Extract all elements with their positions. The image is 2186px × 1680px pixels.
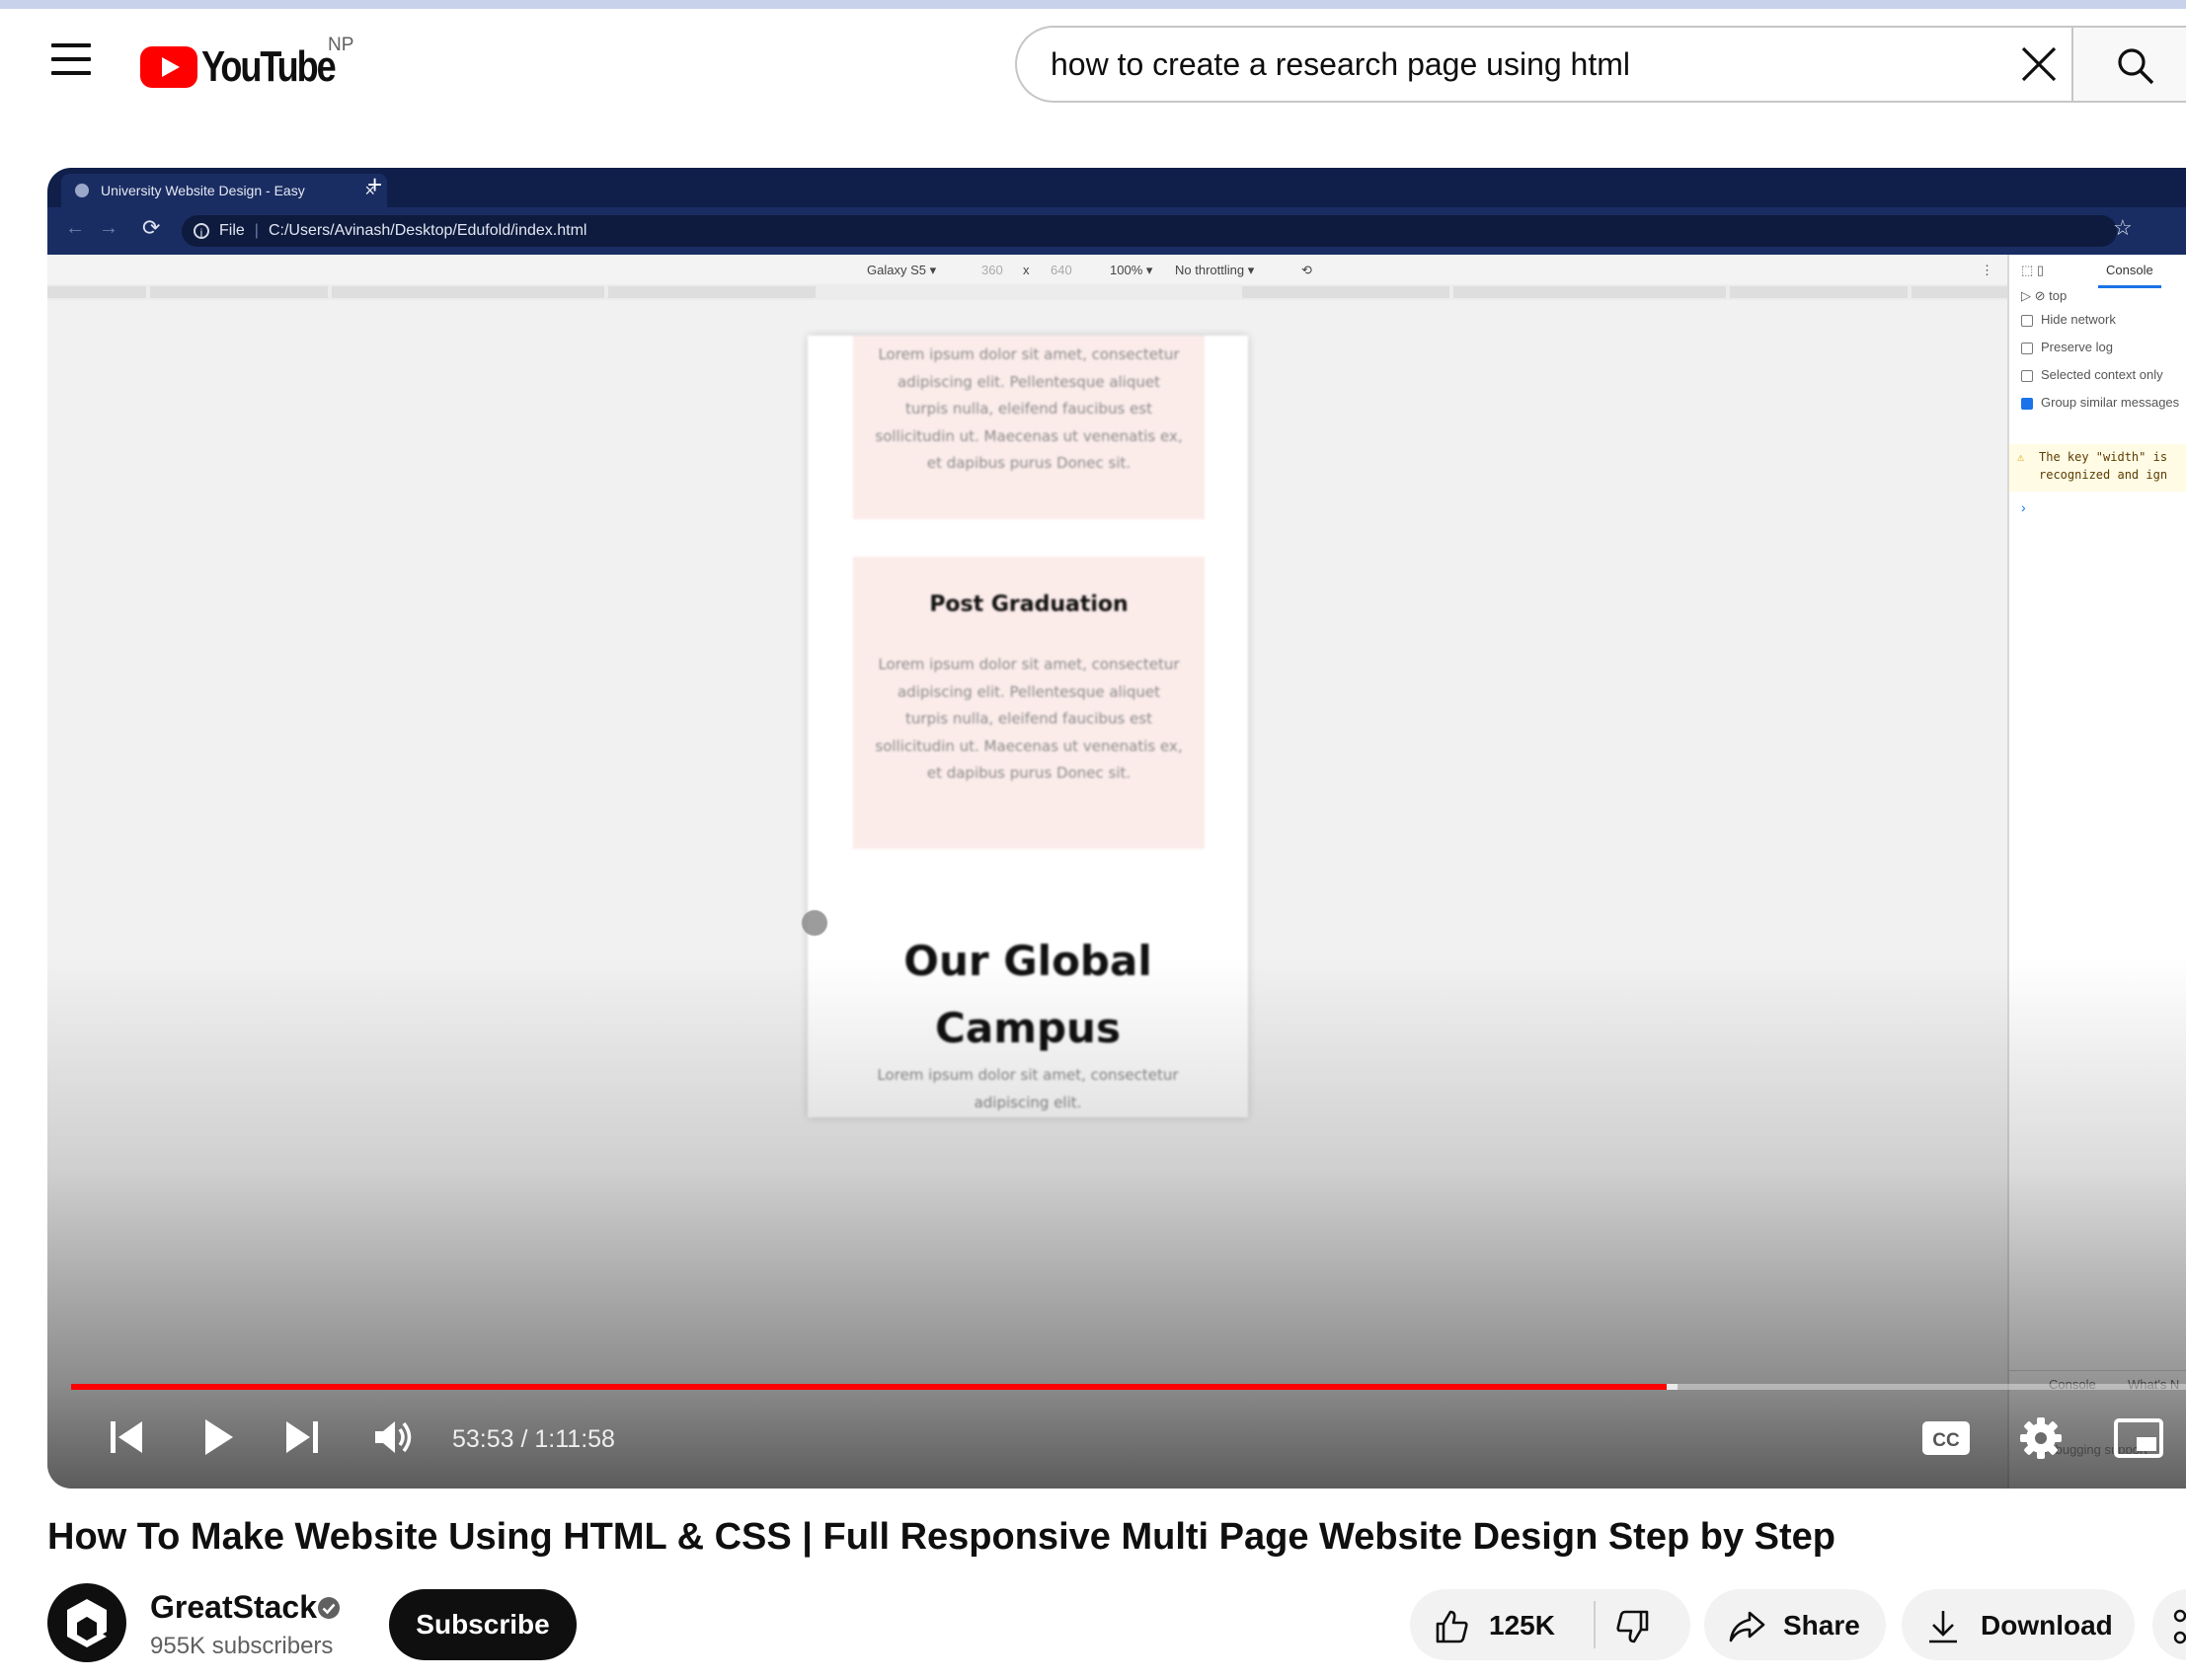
previous-icon bbox=[111, 1421, 142, 1453]
next-icon bbox=[286, 1421, 318, 1453]
zoom-select: 100% ▾ bbox=[1110, 263, 1153, 277]
browser-nav-icons: ←→ bbox=[65, 217, 132, 239]
search-box bbox=[1015, 26, 2073, 103]
current-time: 53:53 bbox=[452, 1425, 514, 1453]
video-title: How To Make Website Using HTML & CSS | F… bbox=[47, 1516, 1835, 1558]
device-toolbar: Galaxy S5 ▾ 360 x 640 100% ▾ No throttli… bbox=[47, 255, 2007, 285]
browser-url-field: i File | C:/Users/Avinash/Desktop/Edufold/i… bbox=[182, 215, 2117, 247]
section-text: Lorem ipsum dolor sit amet, consectetur … bbox=[877, 1066, 1179, 1111]
mouse-cursor bbox=[802, 910, 827, 936]
info-icon: i bbox=[194, 222, 209, 240]
mobile-preview: Lorem ipsum dolor sit amet, consectetur … bbox=[808, 336, 1248, 1117]
youtube-logo-icon bbox=[140, 46, 197, 88]
svg-text:CC: CC bbox=[1932, 1430, 1960, 1451]
miniplayer-button[interactable] bbox=[2113, 1415, 2164, 1466]
time-display: 53:53 / 1:11:58 bbox=[452, 1425, 615, 1453]
download-icon bbox=[1929, 1611, 1957, 1643]
card-text: Lorem ipsum dolor sit amet, consectetur … bbox=[875, 345, 1183, 472]
search-icon bbox=[2118, 48, 2154, 85]
clear-icon bbox=[2021, 46, 2057, 82]
search-button[interactable] bbox=[2071, 26, 2186, 103]
new-tab-icon: + bbox=[367, 170, 383, 199]
play-icon bbox=[205, 1419, 233, 1455]
avatar[interactable] bbox=[47, 1583, 126, 1662]
subscribe-button[interactable]: Subscribe bbox=[389, 1589, 577, 1660]
dislike-button[interactable] bbox=[1596, 1589, 1690, 1660]
download-button[interactable]: Download bbox=[1902, 1589, 2135, 1660]
console-option: Hide network bbox=[2021, 312, 2116, 327]
thumb-down-icon bbox=[1616, 1610, 1649, 1643]
menu-button[interactable] bbox=[45, 43, 97, 85]
url-path: C:/Users/Avinash/Desktop/Edufold/index.h… bbox=[268, 222, 587, 239]
share-button[interactable]: Share bbox=[1704, 1589, 1886, 1660]
device-height: 640 bbox=[1051, 263, 1072, 277]
clear-console-icon: ▷ ⊘ top bbox=[2021, 288, 2068, 303]
browser-address-bar: ←→ ⟳ i File | C:/Users/Avinash/Desktop/Eduf… bbox=[47, 207, 2186, 255]
download-label: Download bbox=[1981, 1610, 2113, 1641]
card-text: Lorem ipsum dolor sit amet, consectetur … bbox=[875, 655, 1183, 782]
url-separator: | bbox=[254, 222, 259, 239]
country-code: NP bbox=[328, 35, 354, 55]
search-input[interactable] bbox=[1051, 43, 1998, 85]
url-scheme: File bbox=[219, 222, 245, 239]
verified-icon bbox=[318, 1597, 340, 1619]
progress-played bbox=[71, 1384, 1667, 1390]
next-button[interactable] bbox=[278, 1413, 326, 1466]
volume-icon bbox=[375, 1421, 412, 1453]
context-select: top bbox=[2049, 288, 2068, 303]
settings-button[interactable] bbox=[2018, 1415, 2064, 1466]
reload-icon: ⟳ bbox=[142, 215, 161, 240]
media-query-ruler bbox=[47, 284, 2007, 300]
browser-tab-title: University Website Design - Easy bbox=[101, 183, 305, 198]
card-title: Post Graduation bbox=[929, 592, 1129, 617]
share-label: Share bbox=[1783, 1610, 1860, 1641]
program-card: Post Graduation Lorem ipsum dolor sit am… bbox=[853, 557, 1205, 849]
volume-button[interactable] bbox=[369, 1413, 417, 1466]
captions-button[interactable]: CC bbox=[1919, 1417, 1973, 1464]
program-card: Lorem ipsum dolor sit amet, consectetur … bbox=[853, 336, 1205, 519]
console-tab: Console bbox=[2098, 261, 2161, 288]
console-prompt-icon: › bbox=[2021, 499, 2026, 515]
section-title: Our Global Campus bbox=[903, 937, 1152, 1052]
share-icon bbox=[1729, 1611, 1765, 1642]
video-player[interactable]: University Website Design - Easy × + ←→ … bbox=[47, 168, 2186, 1489]
thumb-up-icon bbox=[1436, 1610, 1468, 1643]
globe-icon bbox=[75, 184, 89, 197]
captions-icon: CC bbox=[1922, 1421, 1970, 1455]
browser-tab: University Website Design - Easy × bbox=[61, 174, 387, 207]
progress-bar[interactable] bbox=[71, 1384, 2186, 1390]
more-icon bbox=[2173, 1609, 2186, 1644]
like-button[interactable]: 125K bbox=[1410, 1589, 1594, 1660]
console-option: Group similar messages bbox=[2021, 395, 2179, 410]
console-option: Preserve log bbox=[2021, 340, 2113, 354]
more-actions-button[interactable] bbox=[2152, 1589, 2186, 1660]
dimension-separator: x bbox=[1023, 263, 1030, 277]
miniplayer-icon bbox=[2114, 1418, 2163, 1458]
youtube-wordmark: YouTube bbox=[201, 42, 337, 91]
clear-search-button[interactable] bbox=[2014, 39, 2064, 89]
play-button[interactable] bbox=[194, 1413, 241, 1466]
inspect-icon: ⬚ ▯ bbox=[2021, 263, 2045, 277]
console-warning: The key "width" is recognized and ign bbox=[2009, 444, 2186, 492]
devtools-console: ⬚ ▯ Console ▷ ⊘ top Hide network Preserv… bbox=[2007, 255, 2186, 1489]
channel-logo-icon bbox=[67, 1599, 107, 1647]
subscriber-count: 955K subscribers bbox=[150, 1633, 334, 1659]
settings-icon bbox=[2020, 1417, 2062, 1459]
console-option: Selected context only bbox=[2021, 367, 2163, 382]
rotate-icon: ⟲ bbox=[1301, 263, 1312, 277]
device-width: 360 bbox=[981, 263, 1003, 277]
menu-icon bbox=[51, 43, 91, 47]
window-top-strip bbox=[0, 0, 2186, 9]
device-select: Galaxy S5 ▾ bbox=[867, 263, 937, 277]
kebab-icon: ⋮ bbox=[1981, 263, 1993, 277]
previous-button[interactable] bbox=[103, 1413, 150, 1466]
bookmark-star-icon: ☆ bbox=[2113, 215, 2133, 240]
browser-tab-strip: University Website Design - Easy × + bbox=[47, 168, 2186, 207]
channel-name[interactable]: GreatStack bbox=[150, 1589, 317, 1626]
duration: 1:11:58 bbox=[534, 1425, 615, 1453]
throttling-select: No throttling ▾ bbox=[1175, 263, 1255, 277]
like-count: 125K bbox=[1489, 1610, 1555, 1641]
